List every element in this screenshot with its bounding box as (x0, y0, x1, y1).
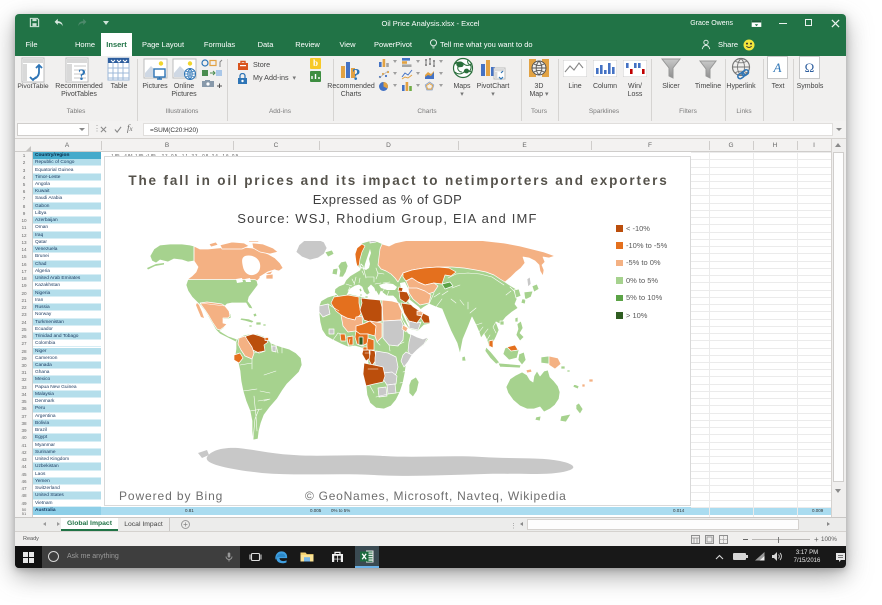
svg-text:?: ? (78, 67, 86, 83)
svg-text:?: ? (352, 65, 361, 83)
